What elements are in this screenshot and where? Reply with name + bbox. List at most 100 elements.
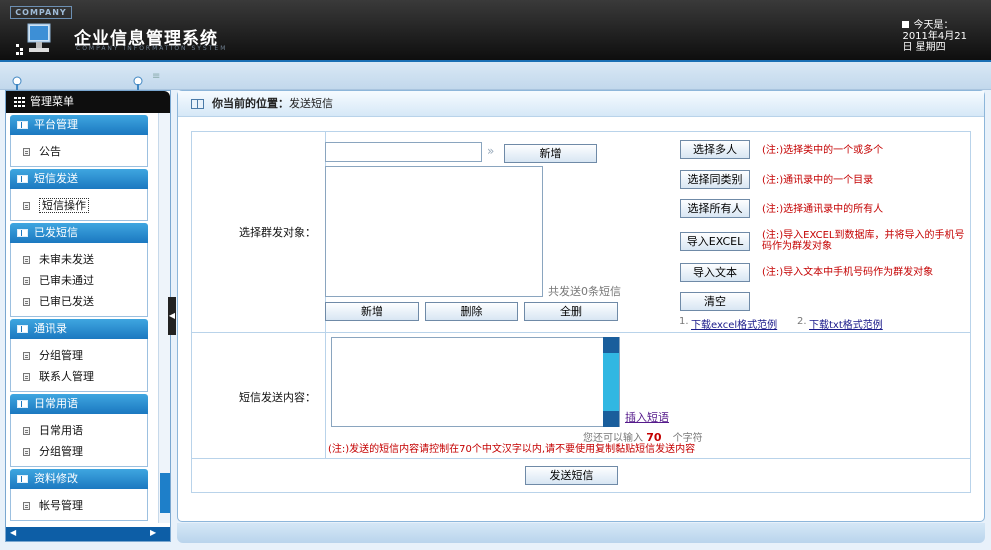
sidebar-item-label: 分组管理 — [39, 349, 83, 362]
section-header[interactable]: 日常用语 — [10, 394, 148, 414]
book-icon — [17, 325, 28, 333]
select-all-note: (注:)选择通讯录中的所有人 — [762, 204, 884, 215]
section-phrases: 日常用语 日常用语 分组管理 — [10, 394, 148, 467]
section-title: 资料修改 — [34, 472, 78, 485]
menu-title: 管理菜单 — [30, 95, 74, 108]
select-multiple-button[interactable]: 选择多人 — [680, 140, 750, 159]
scroll-up-icon[interactable] — [603, 337, 619, 353]
sidebar-item-unreviewed[interactable]: 未审未发送 — [11, 249, 147, 270]
remaining-suffix: 个字符 — [672, 433, 703, 444]
section-platform: 平台管理 公告 — [10, 115, 148, 167]
section-sms-send: 短信发送 短信操作 — [10, 169, 148, 221]
scrollbar-thumb[interactable] — [160, 473, 170, 513]
scroll-left-icon[interactable]: ◀ — [10, 528, 16, 537]
select-multiple-note: (注:)选择类中的一个或多个 — [762, 145, 884, 156]
sidebar-item-phrases[interactable]: 日常用语 — [11, 420, 147, 441]
import-text-note: (注:)导入文本中手机号码作为群发对象 — [762, 267, 934, 278]
section-title: 通讯录 — [34, 322, 67, 335]
section-contacts: 通讯录 分组管理 联系人管理 — [10, 319, 148, 392]
book-icon — [17, 400, 28, 408]
sidebar-item-label: 已审已发送 — [39, 295, 94, 308]
import-excel-button[interactable]: 导入EXCEL — [680, 232, 750, 251]
sidebar-item-sms-operation[interactable]: 短信操作 — [11, 195, 147, 216]
sidebar-item-label: 公告 — [39, 145, 61, 158]
import-excel-note: (注:)导入EXCEL到数据库，并将导入的手机号码作为群发对象 — [762, 230, 965, 252]
insert-phrase-link[interactable]: 插入短语 — [625, 409, 669, 425]
send-sms-button[interactable]: 发送短信 — [525, 466, 618, 485]
breadcrumb-current: 发送短信 — [289, 97, 333, 110]
section-header[interactable]: 短信发送 — [10, 169, 148, 189]
section-header[interactable]: 平台管理 — [10, 115, 148, 135]
sidebar-collapse-toggle[interactable]: ◀ — [168, 297, 176, 335]
section-header[interactable]: 通讯录 — [10, 319, 148, 339]
sms-content-textarea[interactable] — [331, 337, 620, 427]
book-icon — [17, 475, 28, 483]
document-icon — [23, 373, 30, 381]
section-header[interactable]: 资料修改 — [10, 469, 148, 489]
content-label: 短信发送内容： — [239, 391, 316, 404]
document-icon — [23, 502, 30, 510]
sidebar-item-label: 日常用语 — [39, 424, 83, 437]
double-arrow-icon: » — [487, 144, 495, 158]
section-profile: 资料修改 帐号管理 — [10, 469, 148, 521]
send-sms-form: 选择群发对象： » 新增 共发送0条短信 新增 删除 全删 选择多人 (注:)选… — [191, 131, 971, 493]
textarea-scrollbar[interactable] — [603, 337, 619, 427]
sidebar-item-rejected[interactable]: 已审未通过 — [11, 270, 147, 291]
target-label: 选择群发对象： — [239, 226, 316, 239]
app-header: COMPANY 企业信息管理系统 COMPANY INFORMATION SYS… — [0, 0, 991, 62]
select-category-button[interactable]: 选择同类别 — [680, 170, 750, 189]
document-icon — [23, 298, 30, 306]
select-category-note: (注:)通讯录中的一个目录 — [762, 175, 874, 186]
section-title: 短信发送 — [34, 172, 78, 185]
target-input[interactable] — [325, 142, 482, 162]
section-sent-sms: 已发短信 未审未发送 已审未通过 已审已发送 — [10, 223, 148, 317]
txt-link-num: 2. — [797, 316, 807, 327]
sidebar-item-groups[interactable]: 分组管理 — [11, 345, 147, 366]
breadcrumb: 你当前的位置：发送短信 — [178, 91, 984, 117]
remaining-count: 70 — [646, 431, 662, 444]
clear-button[interactable]: 清空 — [680, 292, 750, 311]
section-title: 日常用语 — [34, 397, 78, 410]
grid-icon — [14, 97, 25, 107]
content-note: (注:)发送的短信内容请控制在70个中文汉字以内,请不要使用复制黏贴短信发送内容 — [328, 444, 696, 455]
select-all-button[interactable]: 选择所有人 — [680, 199, 750, 218]
date-display: 今天是： 2011年4月21 日 星期四 — [902, 20, 967, 53]
remaining-text: 您还可以输入 70 个字符 — [583, 429, 703, 444]
sidebar-item-sent[interactable]: 已审已发送 — [11, 291, 147, 312]
sidebar-item-contacts[interactable]: 联系人管理 — [11, 366, 147, 387]
import-text-button[interactable]: 导入文本 — [680, 263, 750, 282]
add-button[interactable]: 新增 — [325, 302, 419, 321]
sidebar-item-announcement[interactable]: 公告 — [11, 141, 147, 162]
document-icon — [23, 352, 30, 360]
delete-button[interactable]: 删除 — [425, 302, 518, 321]
book-icon — [17, 175, 28, 183]
sidebar-item-label: 未审未发送 — [39, 253, 94, 266]
target-list-box[interactable] — [325, 166, 543, 297]
download-txt-link[interactable]: 下载txt格式范例 — [809, 316, 883, 331]
sidebar-hscrollbar[interactable]: ◀ ▶ — [6, 527, 170, 541]
excel-link-num: 1. — [679, 316, 689, 327]
book-icon — [17, 121, 28, 129]
main-footer-bar — [177, 523, 985, 543]
sidebar-item-label: 已审未通过 — [39, 274, 94, 287]
section-title: 已发短信 — [34, 226, 78, 239]
sidebar-item-label: 短信操作 — [39, 198, 89, 213]
date-text: 2011年4月21 — [902, 31, 967, 42]
grip-icon[interactable]: ≡ — [152, 71, 164, 83]
scroll-down-icon[interactable] — [603, 411, 619, 427]
header-toolbar — [0, 62, 991, 90]
sidebar-item-label: 联系人管理 — [39, 370, 94, 383]
sidebar-item-phrase-groups[interactable]: 分组管理 — [11, 441, 147, 462]
add-target-button[interactable]: 新增 — [504, 144, 597, 163]
weekday-text: 日 星期四 — [902, 42, 946, 53]
menu-header: 管理菜单 — [6, 91, 170, 113]
delete-all-button[interactable]: 全删 — [524, 302, 618, 321]
sidebar-item-label: 分组管理 — [39, 445, 83, 458]
today-label: 今天是： — [913, 20, 954, 31]
sidebar-item-account[interactable]: 帐号管理 — [11, 495, 147, 516]
section-header[interactable]: 已发短信 — [10, 223, 148, 243]
download-excel-link[interactable]: 下载excel格式范例 — [691, 316, 777, 331]
breadcrumb-label: 你当前的位置： — [212, 97, 289, 110]
bullet-icon — [902, 21, 910, 28]
scroll-right-icon[interactable]: ▶ — [150, 528, 156, 537]
